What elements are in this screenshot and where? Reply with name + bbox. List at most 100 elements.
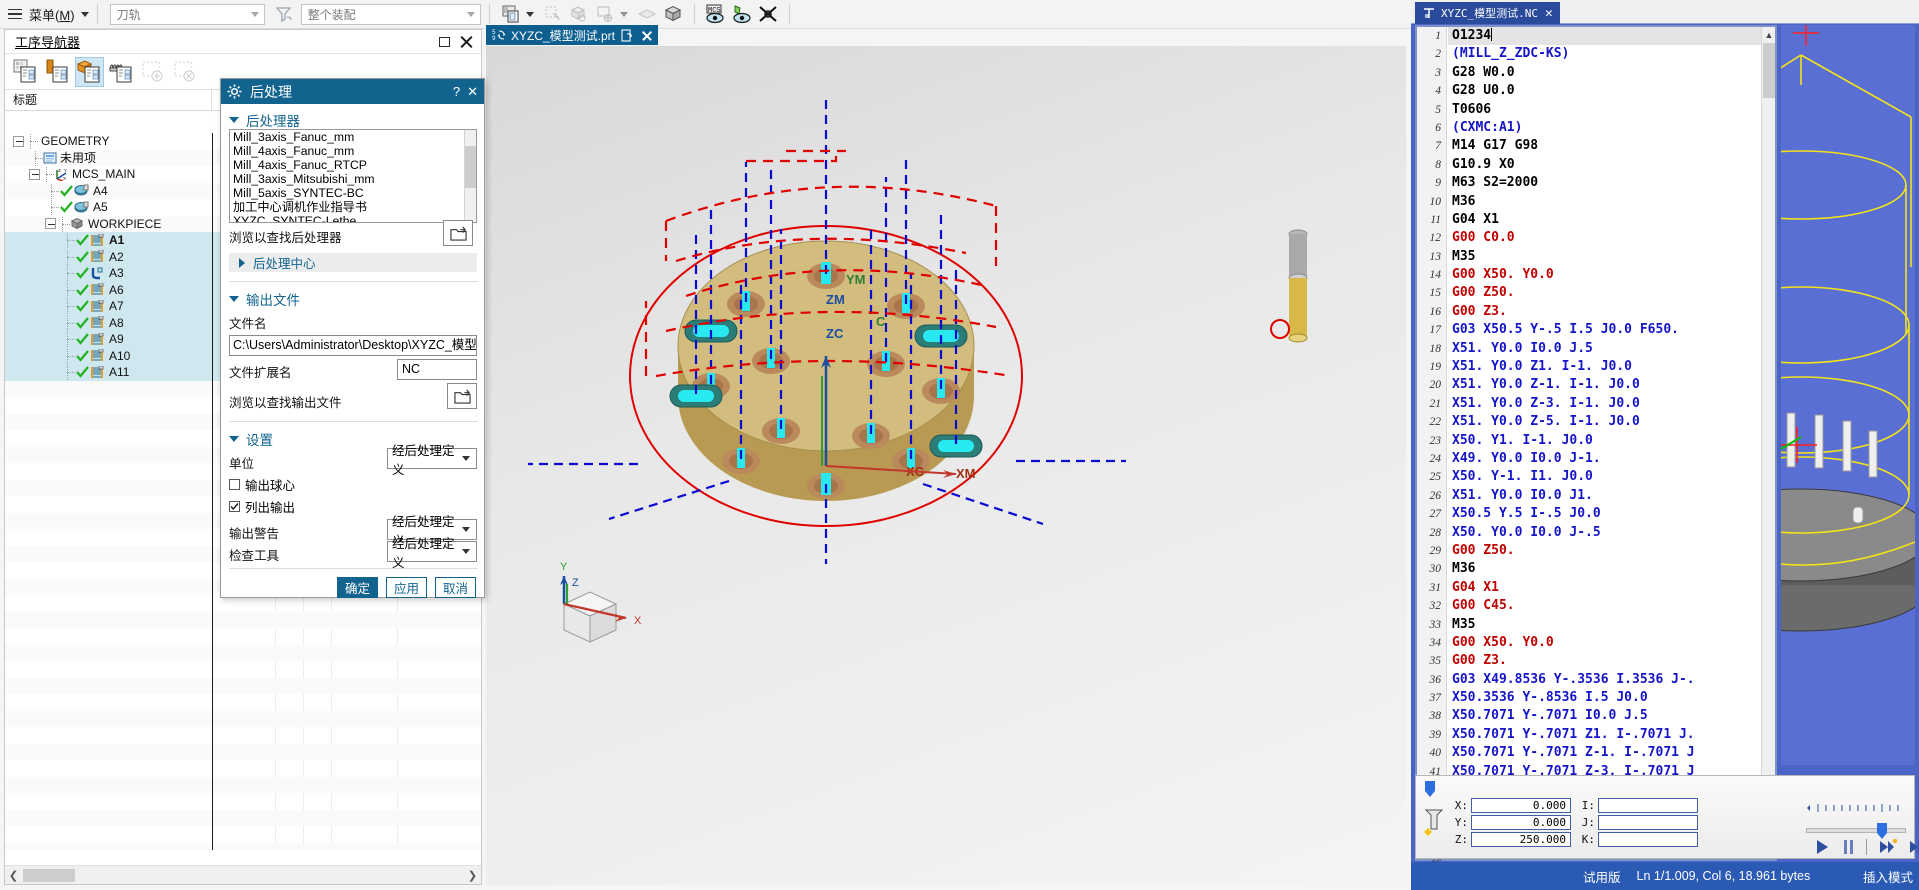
code-line[interactable]: G00 Z50. xyxy=(1448,284,1761,302)
cancel-button[interactable]: 取消 xyxy=(435,577,476,598)
machining-method-view-icon[interactable] xyxy=(107,57,136,87)
dialog-help-button[interactable]: ? xyxy=(453,84,467,99)
tree-expander-icon[interactable] xyxy=(29,168,40,180)
code-line[interactable]: G00 C0.0 xyxy=(1448,229,1761,247)
program-order-view-icon[interactable] xyxy=(11,57,40,87)
code-line[interactable]: G10.9 X0 xyxy=(1448,156,1761,174)
postprocessor-list-item[interactable]: XYZC_SYNTEC-Lethe xyxy=(230,214,476,222)
code-line[interactable]: X51. Y0.0 Z-3. I-1. J0.0 xyxy=(1448,395,1761,413)
output-ball-center-checkbox[interactable]: 输出球心 xyxy=(229,475,295,494)
selection-icon[interactable] xyxy=(540,2,566,26)
code-line[interactable]: X51. Y0.0 Z1. I-1. J0.0 xyxy=(1448,358,1761,376)
toolpath-type-combo[interactable]: 刀轨 xyxy=(109,3,265,25)
tool-visibility-icon[interactable] xyxy=(729,2,755,26)
browse-output-button[interactable] xyxy=(447,383,477,409)
postprocessor-list-scrollbar[interactable] xyxy=(464,130,476,222)
hide-icon[interactable] xyxy=(755,2,781,26)
navigator-horizontal-scrollbar[interactable]: ❮ ❯ xyxy=(5,865,481,884)
scrollbar-thumb[interactable] xyxy=(1763,43,1775,98)
nc-tab-close-icon[interactable]: ✕ xyxy=(1545,6,1553,21)
ok-button[interactable]: 确定 xyxy=(337,577,378,598)
graphics-tab-close-icon[interactable] xyxy=(641,30,652,41)
code-line[interactable]: M14 G17 G98 xyxy=(1448,137,1761,155)
code-line[interactable]: G00 Z50. xyxy=(1448,542,1761,560)
tree-expander-icon[interactable] xyxy=(45,218,56,230)
tool-marker-icon[interactable] xyxy=(1422,806,1450,845)
code-line[interactable]: G03 X49.8536 Y-.3536 I.3536 J-. xyxy=(1448,671,1761,689)
code-line[interactable]: G03 X50.5 Y-.5 I.5 J0.0 F650. xyxy=(1448,321,1761,339)
code-line[interactable]: X49. Y0.0 I0.0 J-1. xyxy=(1448,450,1761,468)
code-line[interactable]: G00 X50. Y0.0 xyxy=(1448,266,1761,284)
y-input[interactable]: 0.000 xyxy=(1471,815,1571,830)
pause-icon[interactable] xyxy=(1841,838,1855,856)
code-line[interactable]: (MILL_Z_ZDC-KS) xyxy=(1448,45,1761,63)
graphics-tab-active[interactable]: 5 9 XYZC_模型测试.prt xyxy=(486,25,659,45)
code-text-area[interactable]: O1234 (MILL_Z_ZDC-KS) G28 W0.0 G28 U0.0 T060… xyxy=(1448,27,1761,859)
chevron-down-icon[interactable] xyxy=(229,436,239,442)
navigator-close-button[interactable] xyxy=(455,32,477,52)
code-line[interactable]: G28 W0.0 xyxy=(1448,64,1761,82)
code-line[interactable]: G28 U0.0 xyxy=(1448,82,1761,100)
code-line[interactable]: M35 xyxy=(1448,616,1761,634)
scrollbar-thumb[interactable] xyxy=(465,146,476,188)
j-input[interactable] xyxy=(1598,815,1698,830)
postprocessor-list[interactable]: Mill_3axis_Fanuc_mm Mill_4axis_Fanuc_mm Mi… xyxy=(229,129,477,223)
editor-vertical-scrollbar[interactable]: ▲ ▼ xyxy=(1761,27,1775,859)
column-header-title[interactable]: 标题 xyxy=(5,89,212,111)
code-line[interactable]: X50. Y-1. I1. J0.0 xyxy=(1448,468,1761,486)
code-line[interactable]: X50. Y1. I-1. J0.0 xyxy=(1448,432,1761,450)
apply-button[interactable]: 应用 xyxy=(386,577,427,598)
code-line[interactable]: O1234 xyxy=(1448,27,1761,46)
step-forward-icon[interactable] xyxy=(1878,838,1897,856)
chevron-down-icon[interactable] xyxy=(229,117,239,123)
code-line[interactable]: M36 xyxy=(1448,193,1761,211)
scroll-up-icon[interactable]: ▲ xyxy=(1762,27,1776,42)
dialog-close-button[interactable]: ✕ xyxy=(467,84,478,100)
nc-file-tab[interactable]: XYZC_模型测试.NC ✕ xyxy=(1415,2,1560,24)
geometry-view-icon[interactable] xyxy=(498,2,524,26)
checkbox-box[interactable] xyxy=(229,501,240,512)
shade-icon[interactable] xyxy=(634,2,660,26)
code-line[interactable]: X51. Y0.0 I0.0 J1. xyxy=(1448,487,1761,505)
toolpath-type-chevron-down-icon[interactable] xyxy=(247,5,264,24)
position-marker-icon[interactable] xyxy=(1422,779,1438,802)
mcs-visibility-icon[interactable]: MCS xyxy=(703,2,729,26)
x-input[interactable]: 0.000 xyxy=(1471,798,1571,813)
postprocessor-list-item[interactable]: 加工中心调机作业指导书 xyxy=(230,200,476,214)
z-input[interactable]: 250.000 xyxy=(1471,832,1571,847)
code-line[interactable]: X50.5 Y.5 I-.5 J0.0 xyxy=(1448,505,1761,523)
nc-3d-preview[interactable] xyxy=(1781,25,1915,765)
i-input[interactable] xyxy=(1598,798,1698,813)
code-line[interactable]: M63 S2=2000 xyxy=(1448,174,1761,192)
geometry-view-chevron-down-icon[interactable] xyxy=(525,11,534,17)
code-line[interactable]: (CXMC:A1) xyxy=(1448,119,1761,137)
assembly-scope-combo[interactable]: 整个装配 xyxy=(300,3,481,25)
code-line[interactable]: X50.3536 Y-.8536 I.5 J0.0 xyxy=(1448,689,1761,707)
scroll-right-icon[interactable]: ❯ xyxy=(464,867,481,884)
code-line[interactable]: G00 Z3. xyxy=(1448,303,1761,321)
code-line[interactable]: G04 X1 xyxy=(1448,579,1761,597)
graphics-viewport[interactable]: YM ZM ZC C XC XM Y Z X xyxy=(486,46,1406,885)
post-center-expander[interactable]: 后处理中心 xyxy=(229,253,477,272)
navigator-maximize-button[interactable] xyxy=(433,32,455,52)
code-line[interactable]: T0606 xyxy=(1448,101,1761,119)
code-line[interactable]: X51. Y0.0 Z-1. I-1. J0.0 xyxy=(1448,376,1761,394)
wcs-chevron-down-icon[interactable] xyxy=(619,11,628,17)
code-line[interactable]: G00 C45. xyxy=(1448,597,1761,615)
postprocessor-list-item[interactable]: Mill_4axis_Fanuc_RTCP xyxy=(230,158,476,172)
code-line[interactable]: X50.7071 Y-.7071 Z1. I-.7071 J. xyxy=(1448,726,1761,744)
create-group-icon[interactable] xyxy=(139,57,168,87)
group-output-file-header[interactable]: 输出文件 xyxy=(229,289,300,309)
dialog-title-bar[interactable]: 后处理 ? ✕ xyxy=(221,79,484,104)
geometry-view-icon[interactable] xyxy=(75,56,104,87)
code-line[interactable]: M36 xyxy=(1448,560,1761,578)
speed-slider[interactable] xyxy=(1806,802,1906,839)
check-tool-chevron-down-icon[interactable] xyxy=(462,549,470,554)
code-line[interactable]: X50.7071 Y-.7071 Z-1. I-.7071 J xyxy=(1448,744,1761,762)
unit-chevron-down-icon[interactable] xyxy=(462,456,470,461)
checkbox-box[interactable] xyxy=(229,479,240,490)
wcs-icon[interactable] xyxy=(592,2,618,26)
scroll-left-icon[interactable]: ❮ xyxy=(5,867,22,884)
delete-group-icon[interactable] xyxy=(171,57,200,87)
scrollbar-thumb[interactable] xyxy=(23,868,75,882)
